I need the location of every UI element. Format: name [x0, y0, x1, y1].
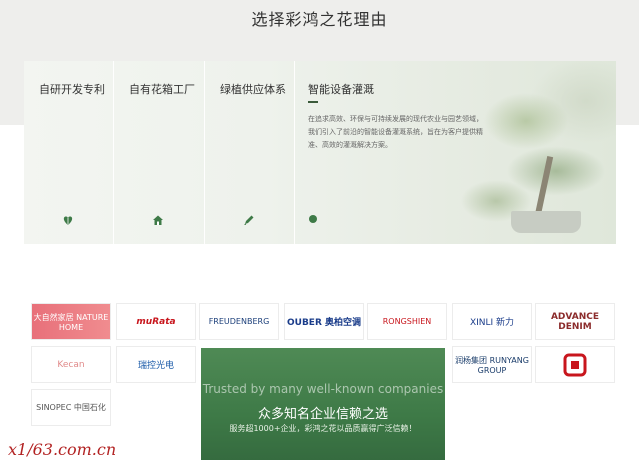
- reason-description: 在追求高效、环保与可持续发展的现代农业与园艺领域，我们引入了前沿的智能设备灌溉系…: [308, 115, 483, 149]
- logo-nature-home[interactable]: 大自然家居 NATURE HOME: [31, 303, 111, 340]
- logo-freudenberg[interactable]: FREUDENBERG: [199, 303, 279, 340]
- section-title: 选择彩鸿之花理由: [251, 10, 388, 29]
- trust-subtitle: 服务超1000+企业，彩鸿之花以品质赢得广泛信赖！: [229, 424, 417, 433]
- logo-murata[interactable]: muRata: [116, 303, 196, 340]
- trust-english: Trusted by many well-known companies: [202, 382, 444, 396]
- house-icon: [153, 215, 163, 225]
- heart-leaf-icon: [63, 216, 73, 225]
- logo-runyang-group[interactable]: 润杨集团 RUNYANG GROUP: [452, 346, 532, 383]
- trust-heading: 众多知名企业信赖之选: [257, 407, 388, 422]
- watermark: x1/63.com.cn: [8, 440, 117, 459]
- logo-xinli[interactable]: XINLI 新力: [452, 303, 532, 340]
- red-emblem-icon: [563, 353, 587, 376]
- reason-label: 智能设备灌溉: [308, 83, 374, 96]
- logo-ouber[interactable]: OUBER 奥柏空调: [284, 303, 364, 340]
- reason-label: 自研开发专利: [39, 83, 105, 96]
- trust-banner: Trusted by many well-known companies 众多知…: [201, 348, 445, 460]
- reason-card-factory[interactable]: 自有花箱工厂: [114, 61, 205, 244]
- logo-kecan[interactable]: Kecan: [31, 346, 111, 383]
- reason-card-irrigation[interactable]: 智能设备灌溉 在追求高效、环保与可持续发展的现代农业与园艺领域，我们引入了前沿的…: [295, 61, 595, 244]
- logo-ruikong[interactable]: 瑞控光电: [116, 346, 196, 383]
- reason-label: 自有花箱工厂: [129, 83, 195, 96]
- logo-advance-denim[interactable]: ADVANCE DENIM: [535, 303, 615, 340]
- accent-underline: [308, 101, 318, 103]
- reason-card-supply[interactable]: 绿植供应体系: [205, 61, 295, 244]
- logo-rongshien[interactable]: RONGSHIEN: [367, 303, 447, 340]
- reason-label: 绿植供应体系: [220, 83, 286, 96]
- reason-card-patent[interactable]: 自研开发专利: [24, 61, 114, 244]
- dot-icon: [309, 215, 317, 223]
- logo-sinopec[interactable]: SINOPEC 中国石化: [31, 389, 111, 426]
- pencil-icon: [244, 215, 254, 225]
- logo-red-emblem[interactable]: [535, 346, 615, 383]
- reasons-panel: 自研开发专利 自有花箱工厂 绿植供应体系 智能设备灌溉 在追求高效、环保与可持续…: [24, 61, 616, 244]
